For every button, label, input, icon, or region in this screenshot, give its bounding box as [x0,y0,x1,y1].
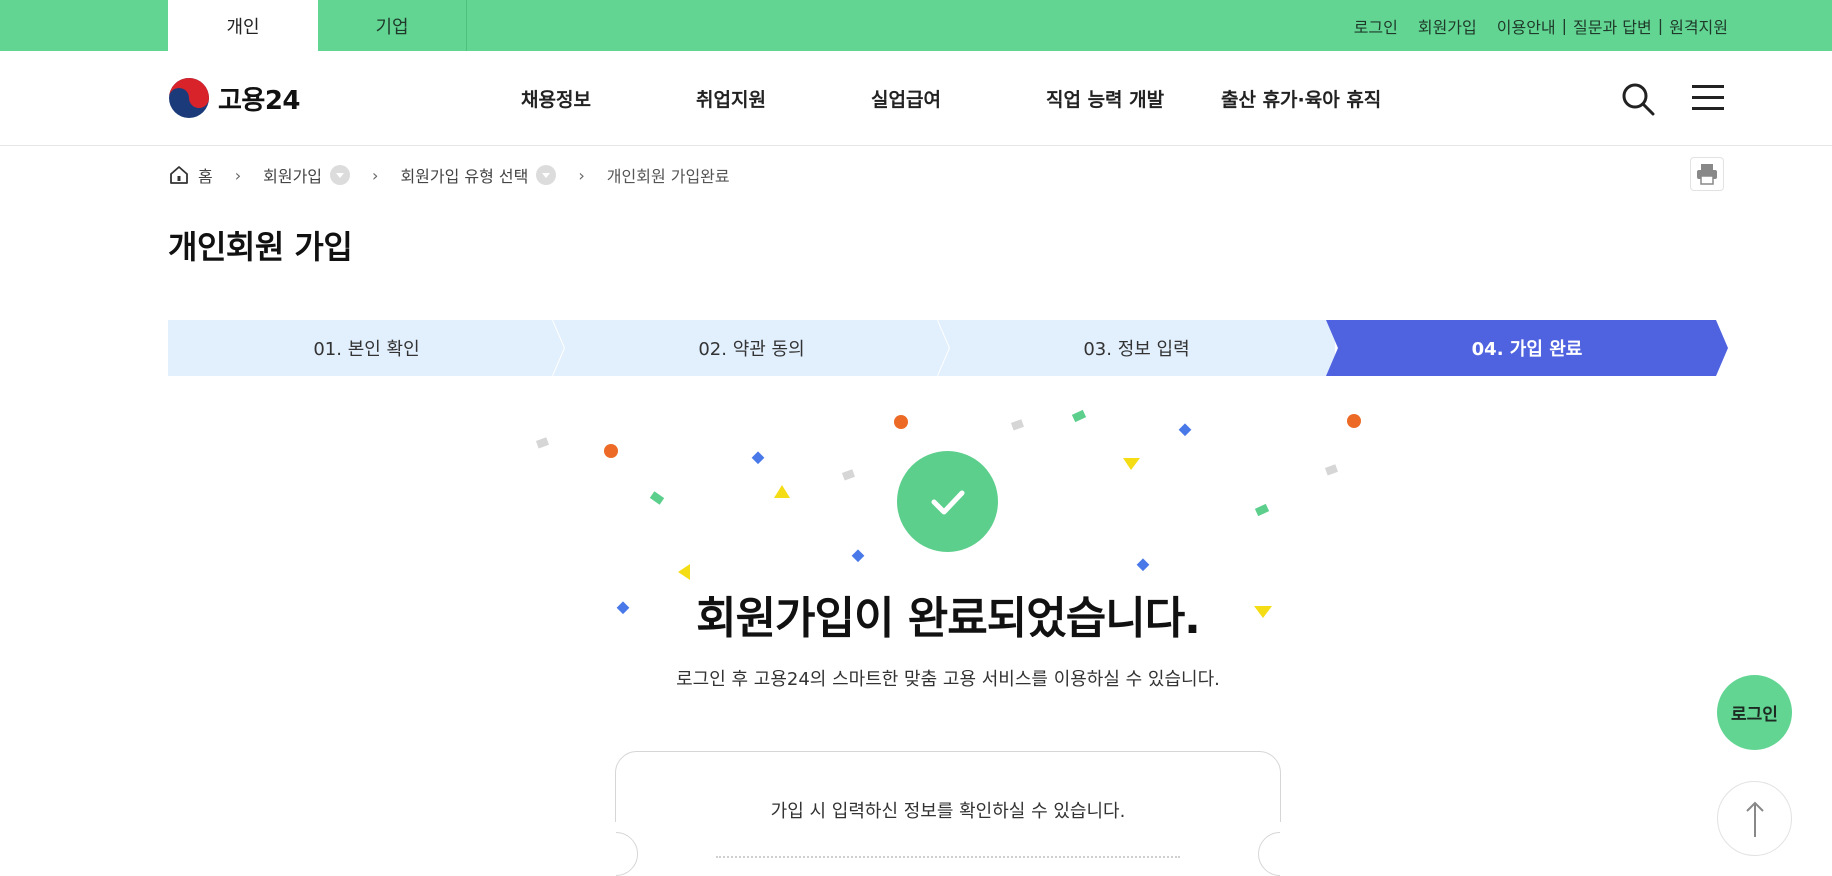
site-header: 고용24 채용정보 취업지원 실업급여 직업 능력 개발 출산 휴가·육아 휴직 [0,51,1832,146]
chevron-down-icon[interactable] [536,165,557,185]
chevron-right-icon: › [372,165,379,185]
search-button[interactable] [1620,81,1656,117]
utility-links: 로그인 회원가입 이용안내 | 질문과 답변 | 원격지원 [1334,0,1728,51]
notch-mask [592,822,616,876]
breadcrumb-signup[interactable]: 회원가입 [263,163,351,187]
step-2: 02. 약관 동의 [553,320,950,376]
confetti-piece [649,491,665,505]
search-icon [1622,83,1655,116]
qna-link[interactable]: 질문과 답변 [1573,14,1652,38]
menu-button[interactable] [1692,84,1724,112]
breadcrumb-home-label: 홈 [198,167,213,186]
step-1: 01. 본인 확인 [168,320,565,376]
completion-description: 로그인 후 고용24의 스마트한 맞춤 고용 서비스를 이용하실 수 있습니다. [676,669,1220,690]
breadcrumb-label: 회원가입 유형 선택 [400,167,529,186]
logo-text: 고용24 [218,85,301,116]
breadcrumb-current: 개인회원 가입완료 [607,163,730,187]
step-label: 02. 약관 동의 [698,339,805,360]
utility-separator: | [1657,16,1664,35]
nav-item-job-skills[interactable]: 직업 능력 개발 [1046,51,1164,146]
nav-label: 출산 휴가·육아 휴직 [1221,89,1382,111]
step-label: 03. 정보 입력 [1083,339,1190,360]
taegeuk-logo-icon [169,78,209,118]
nav-item-jobs[interactable]: 채용정보 [521,51,591,146]
page-title: 개인회원 가입 [168,228,353,266]
confetti-piece [1136,558,1150,572]
confetti-piece [1123,458,1140,470]
nav-item-employment-support[interactable]: 취업지원 [696,51,766,146]
tab-company[interactable]: 기업 [318,0,467,51]
home-icon [170,166,188,184]
completion-title: 회원가입이 완료되었습니다. [696,593,1201,644]
confetti-piece [678,564,690,580]
checkmark-icon [931,490,964,514]
tab-personal[interactable]: 개인 [168,0,318,51]
signup-steps: 01. 본인 확인 02. 약관 동의 03. 정보 입력 04. 가입 완료 [168,320,1728,376]
confetti-piece [751,451,765,465]
remote-support-link[interactable]: 원격지원 [1669,14,1728,38]
nav-label: 취업지원 [696,89,766,111]
breadcrumb-signup-type[interactable]: 회원가입 유형 선택 [400,163,557,187]
breadcrumb-label: 회원가입 [263,167,323,186]
site-logo[interactable]: 고용24 [168,77,301,119]
confetti-piece [1254,503,1270,517]
guide-link[interactable]: 이용안내 [1497,14,1556,38]
step-3: 03. 정보 입력 [938,320,1335,376]
step-4-active: 04. 가입 완료 [1326,320,1728,376]
confetti-piece [841,469,856,481]
success-check-badge [897,451,998,552]
confetti-piece [1010,419,1025,431]
confetti-piece [1324,464,1339,476]
step-label: 01. 본인 확인 [313,339,420,360]
step-label: 04. 가입 완료 [1471,339,1583,360]
chevron-down-icon[interactable] [330,165,351,185]
chevron-right-icon: › [234,165,242,185]
confetti-piece [604,444,618,458]
confetti-piece [535,437,550,449]
floating-login-label: 로그인 [1731,705,1778,725]
confetti-piece [1071,409,1087,423]
confetti-piece [851,549,865,563]
nav-label: 실업급여 [871,89,941,111]
arrow-up-icon [1745,801,1764,837]
chevron-right-icon: › [578,165,585,185]
nav-item-unemployment-benefit[interactable]: 실업급여 [871,51,941,146]
breadcrumb: 홈 › 회원가입 › 회원가입 유형 선택 › 개인회원 가입완료 [168,160,730,190]
signup-link[interactable]: 회원가입 [1418,14,1477,38]
nav-item-parental-leave[interactable]: 출산 휴가·육아 휴직 [1221,51,1381,146]
confetti-piece [1178,423,1192,437]
confetti-piece [774,485,790,498]
breadcrumb-label: 개인회원 가입완료 [606,167,730,186]
nav-label: 직업 능력 개발 [1046,89,1165,111]
floating-login-button[interactable]: 로그인 [1717,675,1792,750]
confetti-piece [894,415,908,429]
dotted-divider [716,856,1180,858]
info-card-text: 가입 시 입력하신 정보를 확인하실 수 있습니다. [770,801,1126,822]
breadcrumb-home[interactable]: 홈 [168,163,213,187]
login-link[interactable]: 로그인 [1354,14,1398,38]
utility-separator: | [1561,16,1568,35]
nav-label: 채용정보 [521,89,591,111]
hamburger-menu-icon [1692,85,1724,110]
signup-info-card: 가입 시 입력하신 정보를 확인하실 수 있습니다. [592,751,1304,876]
print-button[interactable] [1690,157,1724,191]
confetti-piece [1347,414,1361,428]
top-utility-bar: 개인 기업 로그인 회원가입 이용안내 | 질문과 답변 | 원격지원 [0,0,1832,51]
scroll-to-top-button[interactable] [1717,781,1792,856]
notch-mask [1280,822,1304,876]
printer-icon [1697,164,1717,185]
